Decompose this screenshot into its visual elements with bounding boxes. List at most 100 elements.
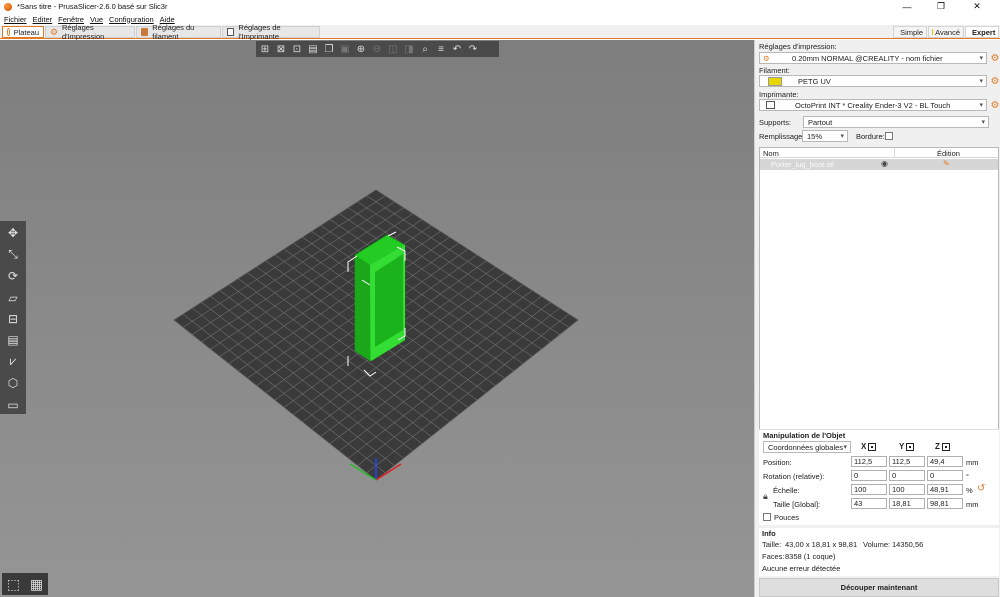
seam-painting-icon[interactable]: ⩗ [3, 353, 23, 371]
spool-icon [141, 28, 149, 36]
chevron-down-icon: ▾ [979, 55, 983, 62]
menu-edit[interactable]: Editer [33, 15, 53, 24]
manipulation-title: Manipulation de l'Objet [763, 431, 846, 440]
lock-icon[interactable]: 🔒︎ [763, 491, 768, 502]
combo-value: 15% [807, 131, 823, 141]
print-settings-gear-icon[interactable]: ⚙ [990, 53, 1000, 64]
minimize-button[interactable]: — [890, 0, 924, 13]
object-manipulation-panel: Manipulation de l'Objet Coordonnées glob… [759, 429, 999, 525]
3d-view-icon[interactable]: ⬚ [7, 576, 20, 593]
redo-icon[interactable]: ↷ [466, 42, 480, 56]
brim-checkbox[interactable] [885, 132, 893, 140]
filament-combo[interactable]: PETG UV ▾ [759, 75, 987, 87]
measure-icon[interactable]: ▭ [3, 396, 23, 414]
top-toolbar: ⊞ ⊠ ⊡ ▤ ❐ ▣ ⊕ ⊖ ◫ ◨ ⌕ ≡ ↶ ↷ [256, 41, 499, 57]
filament-gear-icon[interactable]: ⚙ [990, 76, 1000, 87]
mode-label: Simple [900, 27, 923, 37]
scale-z-input[interactable]: 48,91 [927, 484, 963, 495]
paint-supports-icon[interactable]: ▤ [3, 331, 23, 349]
coordinates-combo[interactable]: Coordonnées globales ▾ [763, 441, 851, 453]
printer-gear-icon[interactable]: ⚙ [990, 100, 1000, 111]
preview-icon[interactable]: ▦ [30, 576, 43, 593]
filament-label: Filament: [759, 66, 790, 75]
add-object-icon[interactable]: ⊞ [258, 42, 272, 56]
tab-label: Plateau [13, 27, 39, 37]
place-on-face-icon[interactable]: ▱ [3, 288, 23, 306]
edit-icon[interactable]: ✎ [943, 159, 950, 168]
view-toggle[interactable]: ⬚ ▦ [2, 573, 48, 595]
info-volume-value: 14350,56 [892, 540, 924, 549]
axis-label: Y [899, 442, 905, 451]
info-size-label: Taille: [762, 540, 782, 549]
rotate-icon[interactable]: ⟳ [3, 267, 23, 285]
position-y-input[interactable]: 112,5 [889, 456, 925, 467]
search-icon[interactable]: ⌕ [418, 42, 432, 56]
reset-scale-icon[interactable]: ↺ [977, 483, 985, 494]
mode-simple-button[interactable]: Simple [893, 26, 927, 38]
position-x-input[interactable]: 112,5 [851, 456, 887, 467]
plater-icon [7, 28, 10, 36]
cut-icon[interactable]: ⊟ [3, 310, 23, 328]
printer-combo[interactable]: OctoPrint INT * Creality Ender-3 V2 - BL… [759, 99, 987, 111]
scale-y-input[interactable]: 100 [889, 484, 925, 495]
mode-label: Avancé [935, 27, 960, 37]
info-volume-label: Volume: [863, 540, 891, 549]
arrange-icon[interactable]: ▤ [306, 42, 320, 56]
menu-file[interactable]: Fichier [4, 15, 27, 24]
scale-x-input[interactable]: 100 [851, 484, 887, 495]
close-button[interactable]: ✕ [960, 0, 994, 13]
inches-checkbox[interactable] [763, 513, 771, 521]
layer-editing-icon[interactable]: ≡ [434, 42, 448, 56]
tab-printer-settings[interactable]: Réglages de l'Imprimante [222, 23, 320, 41]
size-x-input[interactable]: 43 [851, 498, 887, 509]
scale-icon[interactable]: ⤡ [3, 245, 23, 263]
combo-value: Partout [808, 117, 833, 127]
3d-viewport[interactable]: ⊞ ⊠ ⊡ ▤ ❐ ▣ ⊕ ⊖ ◫ ◨ ⌕ ≡ ↶ ↷ ✥ ⤡ ⟳ ▱ ⊟ ▤ … [0, 40, 754, 597]
delete-all-icon[interactable]: ⊡ [290, 42, 304, 56]
prusaslicer-logo-icon [4, 2, 12, 11]
rotation-z-input[interactable]: 0 [927, 470, 963, 481]
scale-label: Échelle: [773, 486, 800, 495]
position-z-input[interactable]: 49,4 [927, 456, 963, 467]
column-divider [894, 148, 895, 158]
undo-icon[interactable]: ↶ [450, 42, 464, 56]
hollow-icon[interactable]: ⬡ [3, 374, 23, 392]
add-instance-icon[interactable]: ⊕ [354, 42, 368, 56]
delete-object-icon[interactable]: ⊠ [274, 42, 288, 56]
supports-combo[interactable]: Partout ▾ [803, 116, 989, 128]
inches-label: Pouces [774, 513, 800, 522]
rotation-label: Rotation (relative): [763, 472, 825, 481]
cog-icon: ⚙ [50, 27, 59, 37]
tab-label: Réglages du filament [152, 23, 195, 41]
copy-icon[interactable]: ❐ [322, 42, 336, 56]
tab-plater[interactable]: Plateau [2, 26, 44, 38]
tab-filament-settings[interactable]: Réglages du filament [136, 23, 221, 41]
split-objects-icon[interactable]: ◫ [386, 42, 400, 56]
paste-icon[interactable]: ▣ [338, 42, 352, 56]
print-settings-combo[interactable]: ⚙ 0.20mm NORMAL @CREALITY - nom fichier … [759, 52, 987, 64]
mode-expert-button[interactable]: Expert [965, 26, 999, 38]
tab-print-settings[interactable]: ⚙ Réglages d'Impression [45, 23, 135, 41]
object-row[interactable]: Porter_lug_boot.stl ◉ ✎ [760, 159, 998, 170]
chevron-down-icon: ▾ [979, 78, 983, 85]
info-title: Info [762, 529, 776, 538]
move-icon[interactable]: ✥ [3, 224, 23, 242]
tab-bar: Plateau ⚙ Réglages d'Impression Réglages… [0, 23, 1000, 41]
rotation-y-input[interactable]: 0 [889, 470, 925, 481]
eye-icon[interactable]: ◉ [881, 159, 888, 168]
rotation-x-input[interactable]: 0 [851, 470, 887, 481]
split-parts-icon[interactable]: ◨ [402, 42, 416, 56]
size-z-input[interactable]: 98,81 [927, 498, 963, 509]
restore-button[interactable]: ❐ [924, 0, 958, 13]
mode-advanced-button[interactable]: Avancé [928, 26, 964, 38]
info-errors: Aucune erreur détectée [762, 564, 841, 573]
slice-now-button[interactable]: Découper maintenant [759, 578, 999, 597]
title-bar: *Sans titre - PrusaSlicer-2.6.0 basé sur… [0, 0, 1000, 13]
infill-label: Remplissage: [759, 132, 805, 141]
size-unit: mm [966, 500, 979, 509]
scale-unit: % [966, 486, 973, 495]
size-y-input[interactable]: 18,81 [889, 498, 925, 509]
combo-value: OctoPrint INT * Creality Ender-3 V2 - BL… [795, 100, 951, 110]
remove-instance-icon[interactable]: ⊖ [370, 42, 384, 56]
infill-combo[interactable]: 15% ▾ [802, 130, 848, 142]
